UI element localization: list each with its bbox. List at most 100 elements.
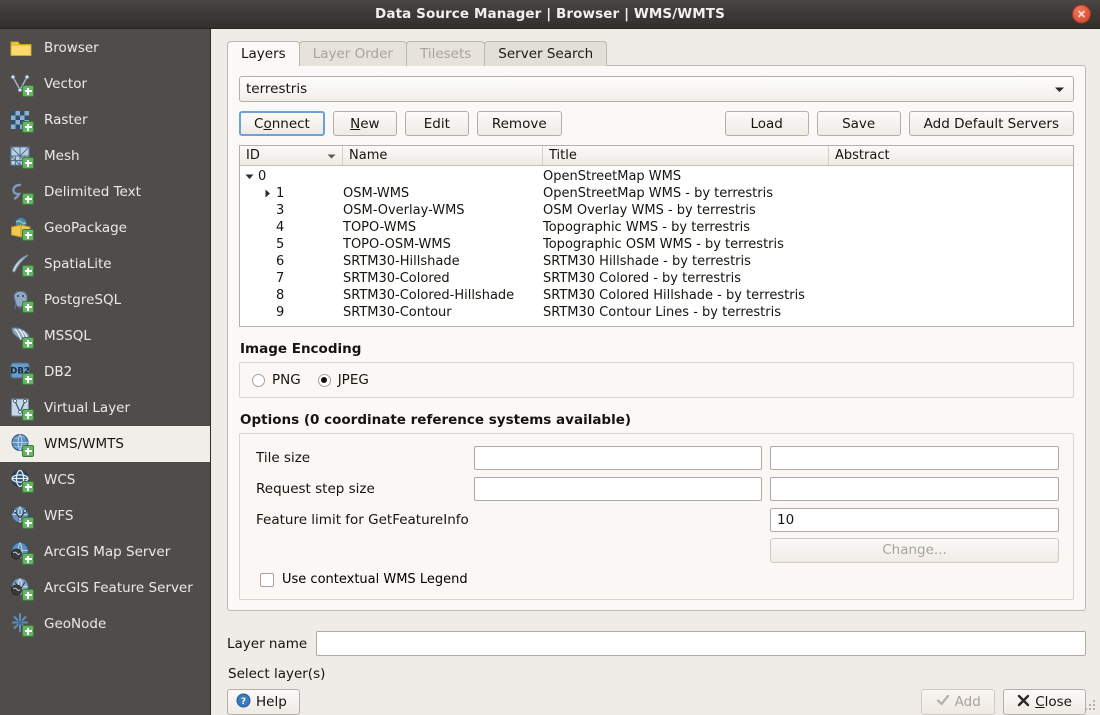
tile-size-label: Tile size <box>252 450 474 466</box>
cell-name: TOPO-WMS <box>343 220 543 235</box>
sidebar-item-geonode[interactable]: GeoNode <box>0 606 210 642</box>
table-row[interactable]: 8 SRTM30-Colored-Hillshade SRTM30 Colore… <box>240 287 1073 304</box>
remove-button[interactable]: Remove <box>477 111 562 136</box>
sidebar-item-wms-wmts[interactable]: WMS/WMTS <box>0 426 210 462</box>
table-row[interactable]: 0 OpenStreetMap WMS <box>240 168 1073 185</box>
table-row[interactable]: 4 TOPO-WMS Topographic WMS - by terrestr… <box>240 219 1073 236</box>
add-badge-icon <box>22 481 34 493</box>
cell-id-label: 6 <box>276 254 284 269</box>
column-header-id[interactable]: ID <box>240 146 343 165</box>
sidebar-item-label: WMS/WMTS <box>44 436 124 452</box>
help-button[interactable]: ? Help <box>227 689 300 715</box>
sidebar-item-db2[interactable]: DB2 DB2 <box>0 354 210 390</box>
sidebar-item-mesh[interactable]: Mesh <box>0 138 210 174</box>
cell-name: SRTM30-Colored-Hillshade <box>343 288 543 303</box>
folder-icon <box>9 36 33 60</box>
cell-id-label: 9 <box>276 305 284 320</box>
feature-limit-input[interactable]: 10 <box>770 508 1059 532</box>
edit-button[interactable]: Edit <box>405 111 469 136</box>
table-row[interactable]: 9 SRTM30-Contour SRTM30 Contour Lines - … <box>240 304 1073 321</box>
cell-name: SRTM30-Colored <box>343 271 543 286</box>
contextual-legend-checkbox-row[interactable]: Use contextual WMS Legend <box>252 565 1061 589</box>
close-icon <box>1076 9 1087 20</box>
new-button[interactable]: New <box>333 111 397 136</box>
cell-title: Topographic OSM WMS - by terrestris <box>543 237 829 252</box>
sidebar-item-virtual-layer[interactable]: Virtual Layer <box>0 390 210 426</box>
cell-title: OSM Overlay WMS - by terrestris <box>543 203 829 218</box>
cell-title: SRTM30 Colored Hillshade - by terrestris <box>543 288 829 303</box>
cell-id-label: 5 <box>276 237 284 252</box>
sidebar-item-wfs[interactable]: WFS <box>0 498 210 534</box>
layer-name-input[interactable] <box>316 631 1086 656</box>
source-type-sidebar[interactable]: Browser Vector <box>0 29 211 715</box>
geopackage-icon <box>9 216 33 240</box>
sidebar-item-postgresql[interactable]: PostgreSQL <box>0 282 210 318</box>
sidebar-item-browser[interactable]: Browser <box>0 30 210 66</box>
sidebar-item-vector[interactable]: Vector <box>0 66 210 102</box>
x-mark-icon <box>1017 694 1030 711</box>
cell-name: OSM-Overlay-WMS <box>343 203 543 218</box>
cell-id: 8 <box>240 288 343 303</box>
radio-jpeg[interactable]: JPEG <box>318 372 369 388</box>
radio-indicator-selected-icon <box>318 374 331 387</box>
close-button[interactable]: Close <box>1003 689 1086 715</box>
sidebar-item-label: ArcGIS Feature Server <box>44 580 193 596</box>
main-area: Layers Layer Order Tilesets Server Searc… <box>211 29 1100 715</box>
sidebar-item-arcgis-feature-server[interactable]: ArcGIS Feature Server <box>0 570 210 606</box>
table-row[interactable]: 6 SRTM30-Hillshade SRTM30 Hillshade - by… <box>240 253 1073 270</box>
sidebar-item-geopackage[interactable]: GeoPackage <box>0 210 210 246</box>
cell-id: 9 <box>240 305 343 320</box>
add-badge-icon <box>22 553 34 565</box>
tile-size-height-input[interactable] <box>770 446 1059 470</box>
tab-bar[interactable]: Layers Layer Order Tilesets Server Searc… <box>227 41 1086 66</box>
expand-twisty-icon[interactable] <box>240 173 258 180</box>
column-header-title[interactable]: Title <box>543 146 829 165</box>
help-button-label: Help <box>256 694 287 710</box>
tab-server-search[interactable]: Server Search <box>484 41 607 66</box>
tile-size-width-input[interactable] <box>474 446 762 470</box>
connect-button[interactable]: Connect <box>239 111 325 136</box>
cell-id-label: 3 <box>276 203 284 218</box>
request-step-size-label: Request step size <box>252 481 474 497</box>
column-header-name[interactable]: Name <box>343 146 543 165</box>
request-step-width-input[interactable] <box>474 477 762 501</box>
table-row[interactable]: 5 TOPO-OSM-WMS Topographic OSM WMS - by … <box>240 236 1073 253</box>
add-button-label: Add <box>955 694 981 710</box>
add-default-servers-button[interactable]: Add Default Servers <box>909 111 1074 136</box>
feature-limit-label: Feature limit for GetFeatureInfo <box>252 512 474 528</box>
sidebar-item-delimited-text[interactable]: Delimited Text <box>0 174 210 210</box>
radio-png[interactable]: PNG <box>252 372 301 388</box>
connection-combobox[interactable]: terrestris <box>239 76 1074 102</box>
add-badge-icon <box>22 337 34 349</box>
cell-id-label: 0 <box>258 169 266 184</box>
add-badge-icon <box>22 85 34 97</box>
window-body: Browser Vector <box>0 29 1100 715</box>
column-header-abstract[interactable]: Abstract <box>829 146 1073 165</box>
sidebar-item-raster[interactable]: Raster <box>0 102 210 138</box>
layers-tree-header: ID Name Title <box>240 146 1073 166</box>
sidebar-item-arcgis-map-server[interactable]: ArcGIS Map Server <box>0 534 210 570</box>
save-button[interactable]: Save <box>817 111 901 136</box>
cell-id: 4 <box>240 220 343 235</box>
table-row[interactable]: 1 OSM-WMS OpenStreetMap WMS - by terrest… <box>240 185 1073 202</box>
sidebar-item-spatialite[interactable]: SpatiaLite <box>0 246 210 282</box>
load-button[interactable]: Load <box>725 111 809 136</box>
resize-grip-icon[interactable] <box>1084 699 1097 712</box>
column-header-label: Title <box>549 148 577 163</box>
collapse-twisty-icon[interactable] <box>258 189 276 198</box>
radio-label: JPEG <box>338 372 369 388</box>
image-encoding-group: PNG JPEG <box>239 362 1074 398</box>
connection-selected-value: terrestris <box>246 81 307 97</box>
sidebar-item-label: GeoNode <box>44 616 106 632</box>
layers-tree[interactable]: ID Name Title <box>239 145 1074 327</box>
table-row[interactable]: 3 OSM-Overlay-WMS OSM Overlay WMS - by t… <box>240 202 1073 219</box>
cell-id: 3 <box>240 203 343 218</box>
wcs-icon <box>9 468 33 492</box>
tab-layers[interactable]: Layers <box>227 41 300 66</box>
table-row[interactable]: 7 SRTM30-Colored SRTM30 Colored - by ter… <box>240 270 1073 287</box>
column-header-label: ID <box>246 148 260 163</box>
sidebar-item-wcs[interactable]: WCS <box>0 462 210 498</box>
sidebar-item-mssql[interactable]: MSSQL <box>0 318 210 354</box>
window-close-button[interactable] <box>1072 5 1091 24</box>
request-step-height-input[interactable] <box>770 477 1059 501</box>
